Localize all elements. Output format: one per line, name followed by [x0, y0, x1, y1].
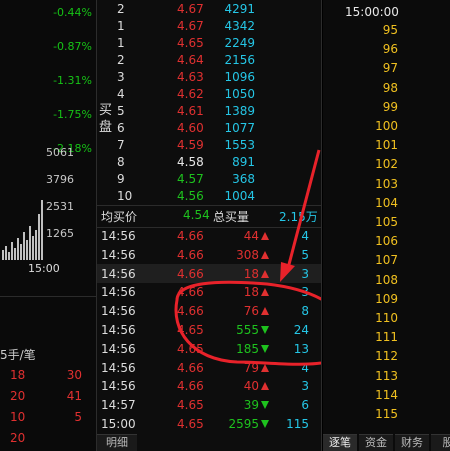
tick-index: 97 — [382, 61, 398, 76]
unit-label: 5手/笔 — [0, 348, 36, 362]
volume-bar — [2, 250, 4, 260]
tick-index: 102 — [375, 157, 398, 172]
tick-row: 97 — [323, 60, 450, 79]
tick-index: 108 — [375, 272, 398, 287]
axis-percent-label: -0.87% — [53, 40, 92, 53]
tick-row: 112 — [323, 348, 450, 367]
tick-index: 105 — [375, 215, 398, 229]
volume-bar — [35, 230, 37, 260]
axis-volume-label: 5061 — [46, 146, 74, 159]
tick-index: 98 — [382, 80, 398, 95]
row-value-a: 20 — [10, 431, 26, 445]
tick-index: 96 — [382, 42, 398, 57]
volume-bar — [8, 252, 10, 260]
tick-list-pane: 15:00:00 95 96 97 98 99 100 101 102 103 104 105 106… — [323, 0, 450, 451]
tick-time: 15:00:00 — [345, 5, 399, 19]
tick-row: 98 — [323, 80, 450, 99]
left-list-row: 20 41 — [0, 389, 96, 409]
tick-index: 112 — [375, 349, 398, 364]
tick-row: 100 — [323, 118, 450, 137]
annotation-arrow-line — [285, 149, 321, 273]
tick-row: 110 — [323, 310, 450, 329]
row-value-b: 30 — [66, 368, 82, 382]
axis-percent-label: -1.31% — [53, 74, 92, 87]
volume-bar — [38, 214, 40, 260]
tick-row: 95 — [323, 22, 450, 41]
tab-2[interactable]: 财务 — [395, 434, 429, 451]
tick-row: 114 — [323, 387, 450, 406]
volume-bar — [17, 238, 19, 260]
tick-index: 113 — [375, 368, 398, 383]
tick-index: 115 — [375, 407, 398, 421]
axis-volume-label: 2531 — [46, 200, 74, 213]
tick-row: 106 — [323, 233, 450, 252]
tick-row: 102 — [323, 156, 450, 175]
tick-index: 110 — [375, 311, 398, 325]
tick-index: 95 — [382, 23, 398, 37]
tick-row: 104 — [323, 195, 450, 214]
row-value-a: 18 — [10, 368, 26, 382]
tick-index: 101 — [375, 138, 398, 153]
row-value-b: 41 — [66, 389, 82, 403]
volume-bars — [0, 170, 43, 260]
tick-index: 103 — [375, 176, 398, 191]
left-list-row: 18 30 — [0, 368, 96, 388]
axis-percent-label: -0.44% — [53, 6, 92, 19]
tick-row: 107 — [323, 252, 450, 271]
tick-index: 107 — [375, 253, 398, 268]
tick-row: 99 — [323, 99, 450, 118]
tick-row: 105 — [323, 214, 450, 233]
tick-index: 109 — [375, 291, 398, 306]
row-value-b: 5 — [74, 410, 82, 424]
tab-0[interactable]: 逐笔 — [323, 434, 357, 451]
volume-bar — [26, 240, 28, 260]
tick-row: 115 — [323, 406, 450, 425]
tick-row: 113 — [323, 368, 450, 387]
tick-index: 100 — [375, 119, 398, 133]
intraday-chart-pane: -0.44% -0.87% -1.31% -1.75% -2.18% 5061 3796 2… — [0, 0, 96, 451]
annotation-circle — [174, 280, 321, 366]
tick-row: 109 — [323, 291, 450, 310]
axis-volume-label: 3796 — [46, 173, 74, 186]
tick-index: 111 — [375, 330, 398, 345]
tab-3[interactable]: 股 — [431, 434, 450, 451]
axis-volume-label: 1265 — [46, 227, 74, 240]
tick-index: 106 — [375, 234, 398, 249]
separator — [321, 0, 322, 451]
tick-row: 103 — [323, 176, 450, 195]
volume-bar — [32, 236, 34, 260]
tick-index: 99 — [382, 99, 398, 114]
tick-row: 96 — [323, 41, 450, 60]
row-value-a: 10 — [10, 410, 26, 424]
annotation-arrowhead — [280, 262, 295, 282]
volume-bar — [23, 232, 25, 260]
chart-time-label: 15:00 — [28, 262, 60, 275]
volume-bar — [29, 226, 31, 260]
divider — [0, 296, 96, 297]
volume-bar — [5, 246, 7, 260]
left-list-row: 10 5 — [0, 410, 96, 430]
tick-index: 104 — [375, 195, 398, 210]
axis-percent-label: -1.75% — [53, 108, 92, 121]
volume-bar — [20, 244, 22, 260]
tick-row: 101 — [323, 137, 450, 156]
tick-row: 111 — [323, 329, 450, 348]
tick-row: 108 — [323, 272, 450, 291]
annotation-overlay — [174, 149, 321, 366]
order-book-pane: 2 4.67 4291 1 4.67 4342 1 4.65 2249 2 4.64 2156 3 4.6… — [97, 0, 321, 451]
left-list-row: 20 — [0, 431, 96, 451]
tick-index: 114 — [375, 387, 398, 402]
volume-bar — [11, 242, 13, 260]
tab-1[interactable]: 资金 — [359, 434, 393, 451]
volume-bar — [14, 248, 16, 260]
volume-bar — [41, 200, 43, 260]
row-value-a: 20 — [10, 389, 26, 403]
